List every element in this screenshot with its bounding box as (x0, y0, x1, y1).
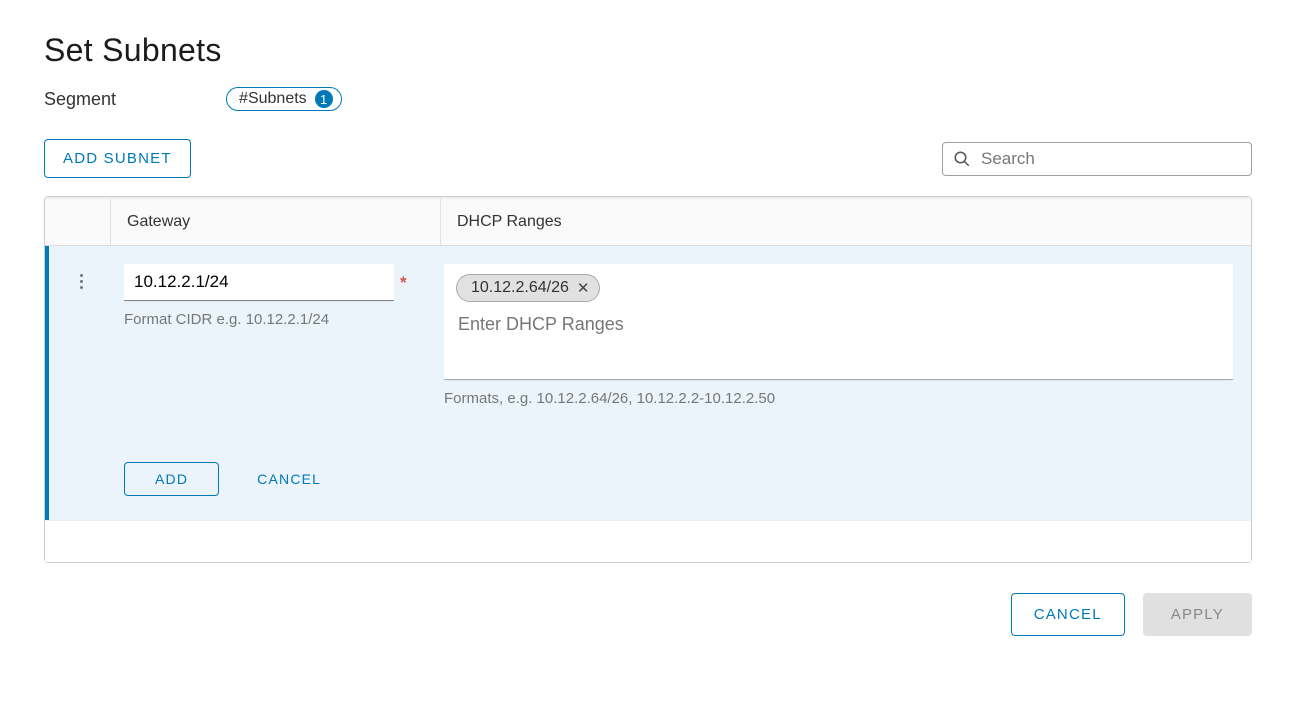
row-cancel-button[interactable]: CANCEL (239, 463, 339, 495)
table-header: Gateway DHCP Ranges (45, 197, 1251, 246)
toolbar: ADD SUBNET (44, 139, 1252, 178)
row-actions-menu-icon[interactable] (80, 270, 83, 407)
segment-row: Segment #Subnets 1 (44, 87, 1252, 111)
dhcp-ranges-input[interactable] (456, 310, 1221, 339)
remove-tag-icon[interactable]: ✕ (577, 279, 590, 297)
search-input-wrapper[interactable] (942, 142, 1252, 176)
dhcp-range-tag-label: 10.12.2.64/26 (471, 279, 569, 297)
search-input[interactable] (981, 149, 1241, 169)
gateway-input[interactable] (124, 264, 394, 301)
dialog-footer: CANCEL APPLY (0, 563, 1296, 636)
search-icon (953, 150, 971, 168)
column-gateway: Gateway (110, 199, 440, 245)
gateway-hint: Format CIDR e.g. 10.12.2.1/24 (124, 311, 428, 328)
subnets-count-pill[interactable]: #Subnets 1 (226, 87, 342, 111)
subnets-table: Gateway DHCP Ranges * Format CIDR e.g. 1… (44, 196, 1252, 563)
row-add-button[interactable]: ADD (124, 462, 219, 496)
table-row-edit: * Format CIDR e.g. 10.12.2.1/24 10.12.2.… (45, 246, 1251, 520)
add-subnet-button[interactable]: ADD SUBNET (44, 139, 191, 178)
column-actions (45, 199, 110, 245)
segment-label: Segment (44, 89, 116, 110)
dhcp-hint: Formats, e.g. 10.12.2.64/26, 10.12.2.2-1… (444, 390, 1233, 407)
subnets-pill-label: #Subnets (239, 90, 307, 108)
page-title: Set Subnets (44, 32, 1252, 69)
dhcp-ranges-field[interactable]: 10.12.2.64/26 ✕ (444, 264, 1233, 380)
apply-button[interactable]: APPLY (1143, 593, 1252, 636)
table-empty-row (45, 520, 1251, 562)
required-icon: * (400, 273, 407, 293)
column-dhcp: DHCP Ranges (440, 199, 1251, 245)
dhcp-range-tag: 10.12.2.64/26 ✕ (456, 274, 600, 302)
subnets-pill-count: 1 (315, 90, 333, 108)
cancel-button[interactable]: CANCEL (1011, 593, 1125, 636)
